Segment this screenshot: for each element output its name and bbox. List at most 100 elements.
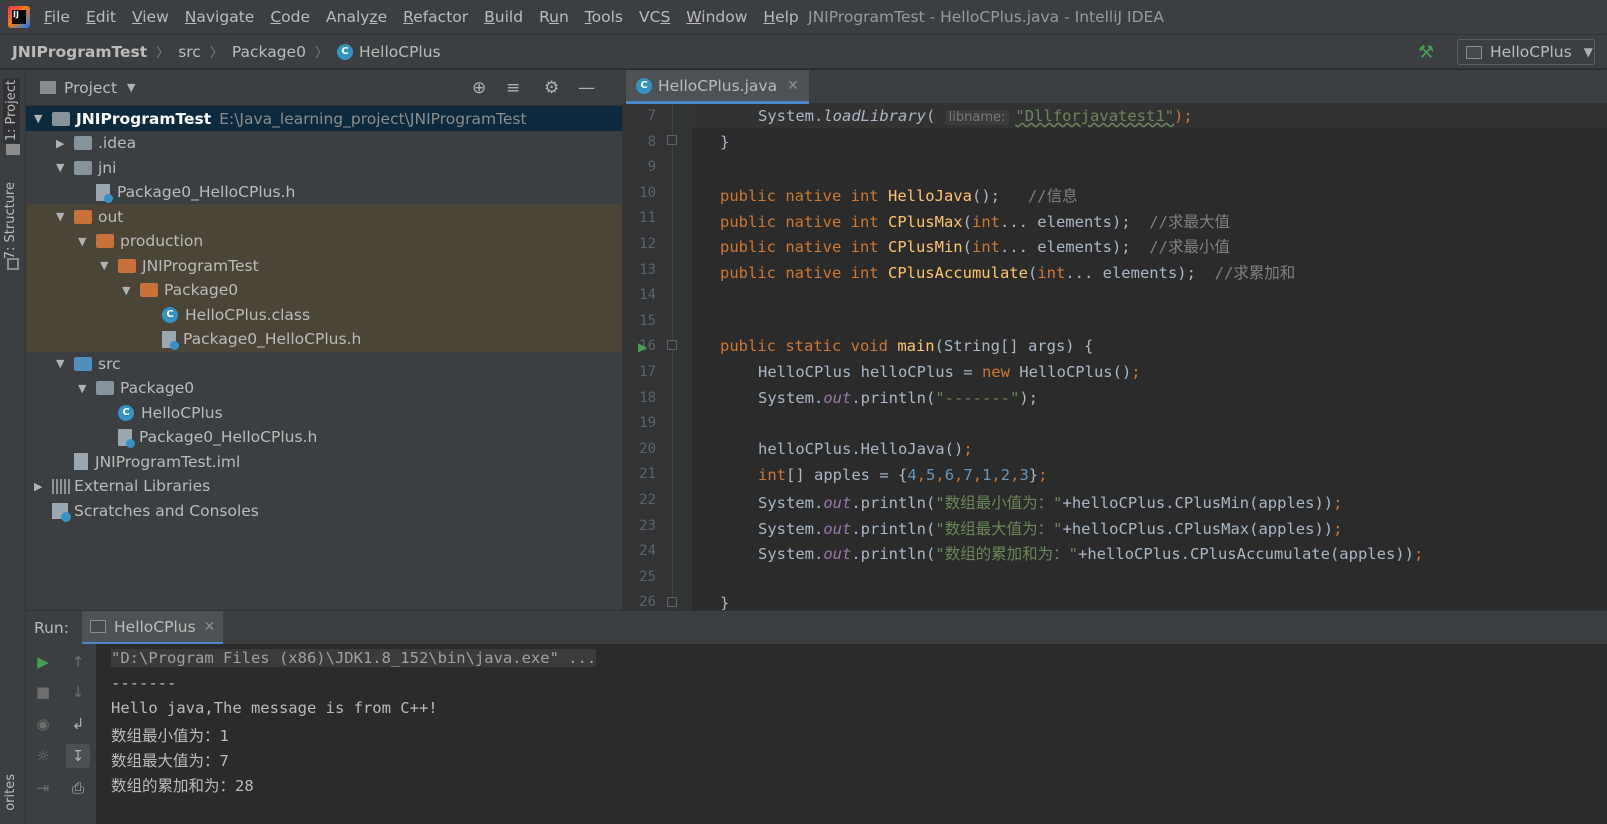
tree-item[interactable]: ▼ Package0: [26, 277, 622, 303]
expanded-arrow-icon[interactable]: ▼: [34, 112, 42, 125]
left-tool-strip: 1: Project 7: Structure orites: [0, 70, 26, 824]
chevron-right-icon: 〉: [156, 46, 170, 61]
tree-item[interactable]: ▼ production: [26, 228, 622, 254]
line-number: 23: [639, 517, 656, 534]
menu-item[interactable]: Navigate: [177, 8, 263, 26]
menu-item[interactable]: Help: [755, 8, 806, 26]
tree-item[interactable]: ▼ JNIProgramTest: [26, 253, 622, 278]
close-icon[interactable]: ✕: [787, 78, 799, 94]
menu-item[interactable]: VCS: [631, 8, 678, 26]
code-line-7: System.loadLibrary( libname: "Dllforjavat…: [758, 107, 1193, 125]
tree-item[interactable]: ▼ out: [26, 204, 622, 229]
arrow-down-icon[interactable]: ↓: [66, 680, 90, 704]
fold-marker-icon[interactable]: [667, 135, 677, 145]
fold-marker-icon[interactable]: [667, 340, 677, 350]
tree-item-label: Package0_HelloCPlus.h: [117, 183, 296, 201]
menu-item[interactable]: Window: [678, 8, 755, 26]
library-icon: [52, 478, 70, 494]
console-line: 数组的累加和为：28: [111, 777, 254, 795]
console-line: 数组最小值为：1: [111, 727, 229, 745]
tree-item[interactable]: ▼ jni: [26, 155, 622, 180]
tree-item[interactable]: ▶ External Libraries: [26, 474, 622, 499]
tree-item[interactable]: Package0_HelloCPlus.h: [26, 425, 622, 450]
folder-icon: [52, 111, 70, 126]
tree-item[interactable]: C HelloCPlus.class: [26, 302, 622, 327]
tree-item[interactable]: ▼ Package0: [26, 376, 622, 401]
breadcrumb-src[interactable]: src: [178, 43, 201, 61]
code-line-18: System.out.println("-------");: [758, 389, 1038, 407]
menu-item[interactable]: File: [36, 8, 78, 26]
file-icon: [118, 428, 135, 448]
console-line: "D:\Program Files (x86)\JDK1.8_152\bin\j…: [111, 649, 597, 667]
expanded-arrow-icon[interactable]: ▼: [100, 259, 108, 272]
tool-tab-favorites[interactable]: orites: [3, 774, 18, 811]
locate-icon[interactable]: ⊕: [472, 78, 486, 98]
tree-item[interactable]: C HelloCPlus: [26, 400, 622, 425]
menu-item[interactable]: View: [124, 8, 177, 26]
tree-item[interactable]: ▶ .idea: [26, 131, 622, 156]
build-hammer-icon[interactable]: ⚒: [1418, 42, 1434, 63]
fold-marker-icon[interactable]: [667, 597, 677, 607]
run-configuration-select[interactable]: HelloCPlus ▼: [1457, 39, 1595, 65]
editor-tab-bar: C HelloCPlus.java ✕: [622, 70, 1607, 104]
arrow-up-icon[interactable]: ↑: [66, 650, 90, 674]
editor-tab-hellocplus[interactable]: C HelloCPlus.java ✕: [626, 70, 809, 104]
tree-item[interactable]: JNIProgramTest.iml: [26, 449, 622, 474]
run-console[interactable]: "D:\Program Files (x86)\JDK1.8_152\bin\j…: [96, 644, 1607, 824]
menu-item[interactable]: Edit: [78, 8, 124, 26]
menu-item[interactable]: Build: [476, 8, 531, 26]
menu-item[interactable]: Refactor: [395, 8, 476, 26]
scratches-icon: [52, 502, 71, 522]
line-number: 7: [647, 108, 656, 124]
line-number: 25: [639, 568, 656, 585]
code-line-12: public native int CPlusMin(int... elemen…: [720, 238, 1230, 256]
tool-tab-structure[interactable]: 7: Structure: [3, 182, 18, 259]
breadcrumb-class[interactable]: C HelloCPlus: [336, 43, 441, 61]
console-line: 数组最大值为：7: [111, 752, 229, 770]
breadcrumb-project[interactable]: JNIProgramTest: [12, 43, 147, 61]
structure-icon: [7, 258, 19, 270]
menu-item[interactable]: Tools: [577, 8, 631, 26]
print-icon[interactable]: ⎙: [66, 776, 90, 800]
tree-item[interactable]: ▼ src: [26, 351, 622, 376]
expanded-arrow-icon[interactable]: ▼: [56, 357, 64, 370]
rerun-icon[interactable]: ▶: [31, 650, 55, 674]
menu-item[interactable]: Analyze: [318, 8, 395, 26]
expanded-arrow-icon[interactable]: ▼: [78, 235, 86, 248]
code-editor[interactable]: 7 8 9 10 11 12 13 14 15 16 17 18 19 20 21 22 23 24 25 26 ▶ …: [622, 104, 1607, 610]
stop-icon[interactable]: ■: [31, 680, 55, 704]
line-number: 15: [639, 312, 656, 329]
collapsed-arrow-icon[interactable]: ▶: [34, 480, 42, 493]
project-view-title[interactable]: Project: [64, 79, 117, 97]
dropdown-arrow-icon[interactable]: ▼: [127, 81, 135, 94]
close-icon[interactable]: ✕: [204, 619, 216, 635]
tree-item-path: E:\Java_learning_project\JNIProgramTest: [219, 109, 527, 128]
debug-icon[interactable]: ☼: [31, 744, 55, 768]
gear-icon[interactable]: ⚙: [544, 78, 559, 98]
exit-icon[interactable]: ⇥: [31, 776, 55, 800]
scroll-to-end-icon[interactable]: ↧: [66, 744, 90, 768]
tool-tab-project[interactable]: 1: Project: [3, 78, 20, 144]
soft-wrap-icon[interactable]: ↲: [66, 712, 90, 736]
tree-item[interactable]: ▼ JNIProgramTest E:\Java_learning_project\…: [26, 106, 622, 131]
breadcrumb-package[interactable]: Package0: [232, 43, 306, 61]
file-icon: [96, 183, 113, 203]
run-gutter-icon[interactable]: ▶: [638, 340, 647, 354]
hide-panel-icon[interactable]: —: [578, 78, 595, 98]
camera-icon[interactable]: ◉: [31, 712, 55, 736]
tree-item[interactable]: Package0_HelloCPlus.h: [26, 180, 622, 205]
collapse-all-icon[interactable]: ≡: [506, 78, 520, 98]
expanded-arrow-icon[interactable]: ▼: [78, 382, 86, 395]
expanded-arrow-icon[interactable]: ▼: [122, 284, 130, 297]
collapsed-arrow-icon[interactable]: ▶: [56, 137, 64, 150]
tree-item[interactable]: Scratches and Consoles: [26, 498, 622, 523]
tree-item-label: JNIProgramTest: [76, 109, 212, 128]
expanded-arrow-icon[interactable]: ▼: [56, 210, 64, 223]
menu-item[interactable]: Code: [262, 8, 318, 26]
tree-item[interactable]: Package0_HelloCPlus.h: [26, 326, 622, 352]
dropdown-arrow-icon: ▼: [1583, 45, 1593, 59]
run-tab-hellocplus[interactable]: HelloCPlus ✕: [82, 611, 224, 645]
navigation-bar: JNIProgramTest 〉 src 〉 Package0 〉 C Hello…: [0, 34, 1607, 69]
menu-item[interactable]: Run: [531, 8, 577, 26]
expanded-arrow-icon[interactable]: ▼: [56, 161, 64, 174]
